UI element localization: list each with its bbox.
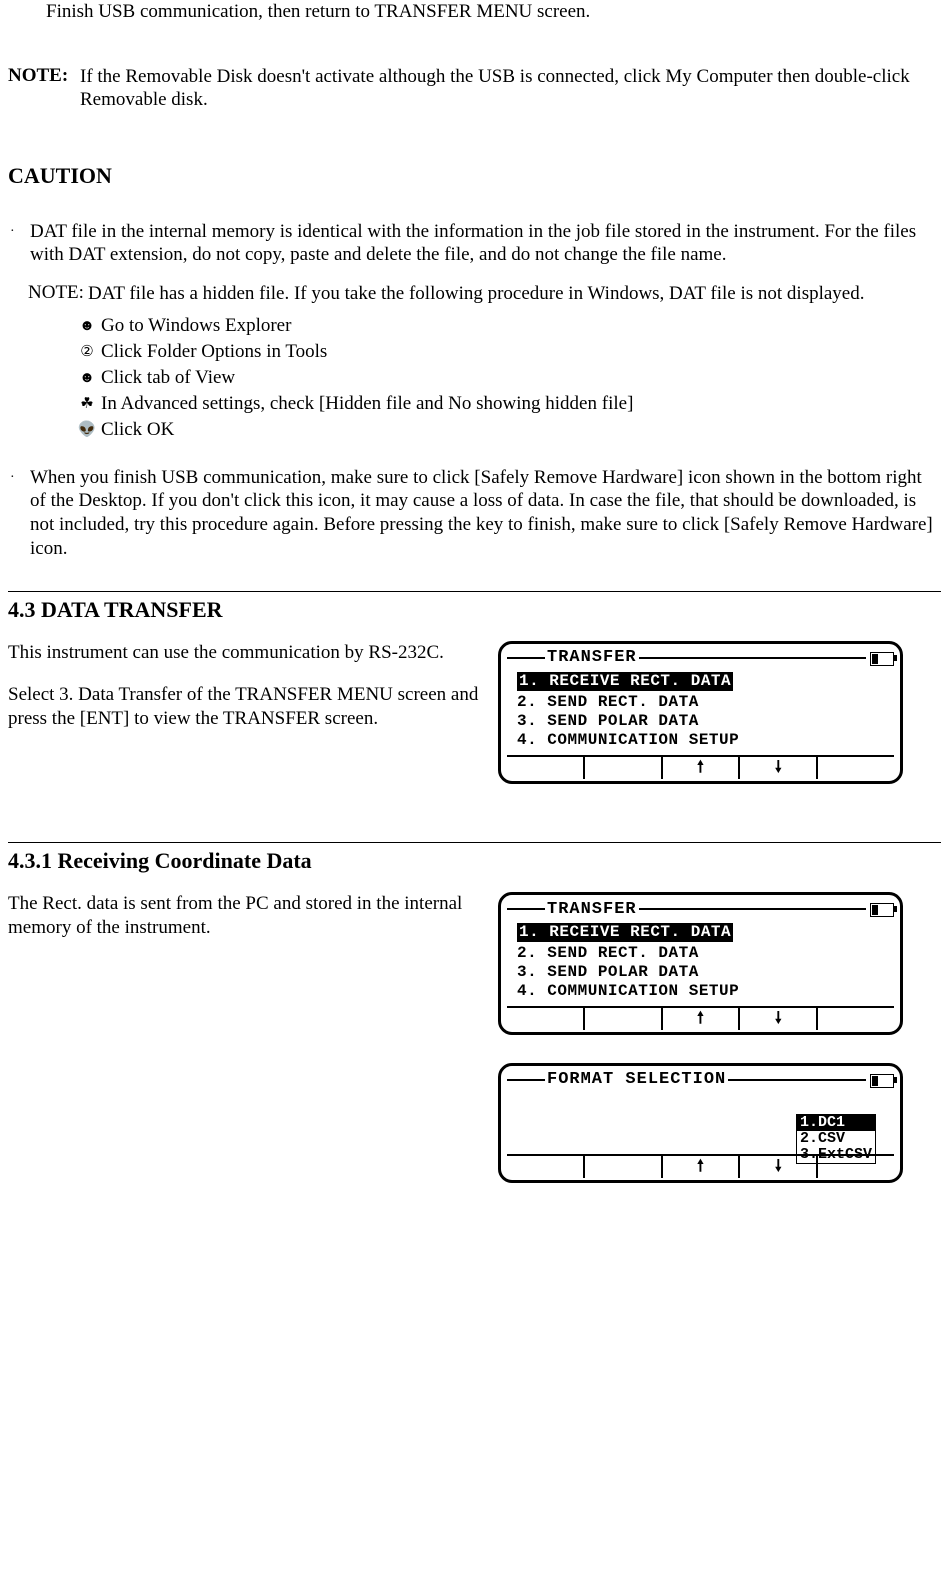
softkey-up[interactable]: 🠕 xyxy=(663,757,741,779)
section-4-3-1-para1: The Rect. data is sent from the PC and s… xyxy=(8,892,488,940)
lcd-menu-item[interactable]: 1. RECEIVE RECT. DATA xyxy=(517,923,733,942)
finish-usb-line: Finish USB communication, then return to… xyxy=(46,0,941,24)
softkey[interactable] xyxy=(507,1156,585,1178)
softkey-up[interactable]: 🠕 xyxy=(663,1156,741,1178)
lcd-transfer-screen: TRANSFER 1. RECEIVE RECT. DATA 2. SEND R… xyxy=(498,892,903,1035)
procedure-step-text: Click OK xyxy=(101,418,941,442)
format-option-box: 1.DC1 2.CSV 3.ExtCSV xyxy=(796,1114,876,1164)
softkey[interactable] xyxy=(585,1008,663,1030)
battery-icon xyxy=(870,903,894,917)
caution-item: · When you finish USB communication, mak… xyxy=(8,466,941,561)
procedure-step: ☻ Go to Windows Explorer xyxy=(73,314,941,338)
person-icon: ☻ xyxy=(73,314,101,338)
softkey-up[interactable]: 🠕 xyxy=(663,1008,741,1030)
caution-subnote: NOTE: DAT file has a hidden file. If you… xyxy=(28,281,941,306)
procedure-step: 👽 Click OK xyxy=(73,418,941,442)
procedure-step-text: In Advanced settings, check [Hidden file… xyxy=(101,392,941,416)
softkey[interactable] xyxy=(818,757,894,779)
subnote-text: DAT file has a hidden file. If you take … xyxy=(88,282,941,306)
lcd-menu-item[interactable]: 3. SEND POLAR DATA xyxy=(517,712,892,731)
battery-icon xyxy=(870,1074,894,1088)
note-block: NOTE: If the Removable Disk doesn't acti… xyxy=(8,64,941,112)
format-option[interactable]: 3.ExtCSV xyxy=(797,1147,875,1163)
lcd-menu-item[interactable]: 1. RECEIVE RECT. DATA xyxy=(517,672,733,691)
note-text: If the Removable Disk doesn't activate a… xyxy=(80,65,941,113)
procedure-step: ② Click Folder Options in Tools xyxy=(73,340,941,364)
leaf-icon: ☘ xyxy=(73,392,101,416)
lcd-title: TRANSFER xyxy=(545,899,639,920)
lcd-menu-item[interactable]: 4. COMMUNICATION SETUP xyxy=(517,982,892,1001)
procedure-step-text: Go to Windows Explorer xyxy=(101,314,941,338)
softkey[interactable] xyxy=(818,1008,894,1030)
softkey[interactable] xyxy=(585,1156,663,1178)
softkey-down[interactable]: 🠗 xyxy=(740,1008,818,1030)
softkey[interactable] xyxy=(507,1008,585,1030)
format-option[interactable]: 1.DC1 xyxy=(797,1115,875,1131)
format-option[interactable]: 2.CSV xyxy=(797,1131,875,1147)
section-4-3-1-heading: 4.3.1 Receiving Coordinate Data xyxy=(8,847,941,875)
lcd-title: FORMAT SELECTION xyxy=(545,1069,728,1090)
subnote-label: NOTE: xyxy=(28,282,84,303)
lcd-format-selection-screen: FORMAT SELECTION 1.DC1 2.CSV 3.ExtCSV 🠕 … xyxy=(498,1063,903,1183)
lcd-title: TRANSFER xyxy=(545,647,639,668)
alien-icon: 👽 xyxy=(73,418,101,442)
section-4-3-para2: Select 3. Data Transfer of the TRANSFER … xyxy=(8,683,488,731)
lcd-menu-item[interactable]: 2. SEND RECT. DATA xyxy=(517,944,892,963)
caution-item-text: When you finish USB communication, make … xyxy=(30,466,941,561)
person-icon: ☻ xyxy=(73,366,101,390)
lcd-menu-item[interactable]: 2. SEND RECT. DATA xyxy=(517,693,892,712)
section-4-3-para1: This instrument can use the communicatio… xyxy=(8,641,488,665)
procedure-step: ☻ Click tab of View xyxy=(73,366,941,390)
softkey[interactable] xyxy=(507,757,585,779)
circled-2-icon: ② xyxy=(73,340,101,364)
procedure-step-text: Click tab of View xyxy=(101,366,941,390)
section-divider xyxy=(8,842,941,843)
battery-icon xyxy=(870,652,894,666)
section-divider xyxy=(8,591,941,592)
section-4-3-heading: 4.3 DATA TRANSFER xyxy=(8,596,941,624)
lcd-transfer-screen: TRANSFER 1. RECEIVE RECT. DATA 2. SEND R… xyxy=(498,641,903,784)
procedure-step-text: Click Folder Options in Tools xyxy=(101,340,941,364)
caution-item: · DAT file in the internal memory is ide… xyxy=(8,220,941,268)
caution-item-text: DAT file in the internal memory is ident… xyxy=(30,220,941,268)
procedure-step: ☘ In Advanced settings, check [Hidden fi… xyxy=(73,392,941,416)
caution-heading: CAUTION xyxy=(8,162,941,190)
procedure-list: ☻ Go to Windows Explorer ② Click Folder … xyxy=(73,314,941,442)
lcd-menu-item[interactable]: 4. COMMUNICATION SETUP xyxy=(517,731,892,750)
softkey[interactable] xyxy=(585,757,663,779)
lcd-menu-item[interactable]: 3. SEND POLAR DATA xyxy=(517,963,892,982)
note-label: NOTE: xyxy=(8,65,68,86)
softkey-down[interactable]: 🠗 xyxy=(740,757,818,779)
